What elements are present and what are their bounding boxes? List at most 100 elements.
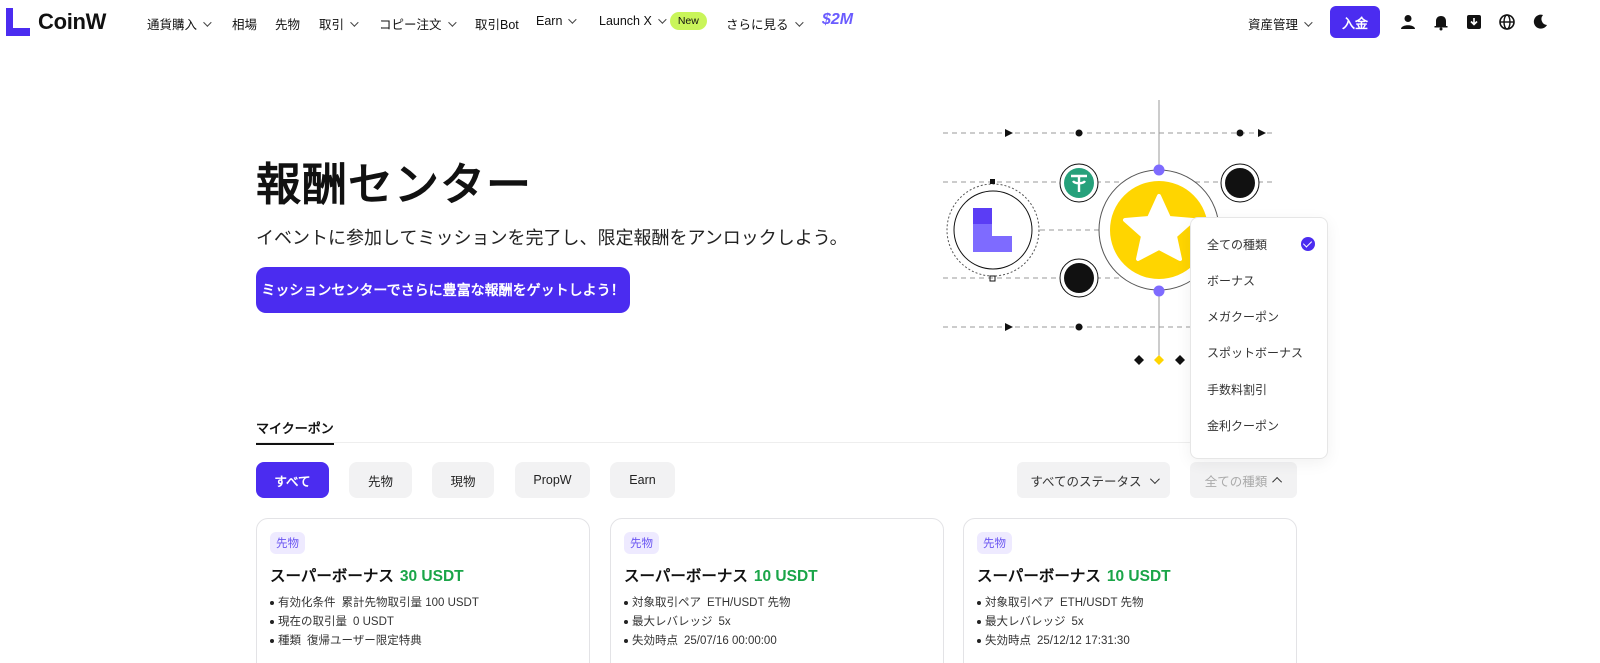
coupon-detail: 失効時点 25/07/16 00:00:00: [624, 632, 777, 648]
detail-label: 最大レバレッジ: [632, 616, 713, 628]
bullet-icon: [624, 619, 628, 624]
nav-item-copy-trading[interactable]: コピー注文: [379, 14, 457, 33]
type-select[interactable]: 全ての種類: [1190, 462, 1297, 498]
type-dropdown-menu: 全ての種類 ボーナス メガクーポン スポットボーナス 手数料割引 金利クーポン: [1190, 217, 1328, 459]
nav-item-earn[interactable]: Earn: [536, 14, 578, 28]
type-option-fee-discount[interactable]: 手数料割引: [1207, 381, 1267, 398]
bullet-icon: [624, 600, 628, 605]
detail-value: 5x: [1071, 616, 1084, 628]
promo-2m-link[interactable]: $2M: [822, 11, 853, 29]
coupon-title: スーパーボーナス 30 USDT: [270, 564, 464, 586]
nav-label: Earn: [536, 14, 563, 28]
detail-label: 失効時点: [632, 635, 678, 647]
nav-item-more[interactable]: さらに見る: [726, 14, 804, 33]
globe-icon[interactable]: [1498, 13, 1516, 31]
nav-label: 通貨購入: [147, 18, 198, 32]
new-badge: New: [669, 12, 707, 30]
mission-center-button[interactable]: ミッションセンターでさらに豊富な報酬をゲットしよう！: [256, 267, 630, 313]
coupon-detail: 対象取引ペア ETH/USDT 先物: [624, 594, 791, 610]
detail-label: 失効時点: [985, 635, 1031, 647]
filter-all[interactable]: すべて: [256, 462, 329, 498]
coinw-logo[interactable]: CoinW: [6, 8, 106, 36]
coupon-detail: 有効化条件 累計先物取引量 100 USDT: [270, 594, 479, 610]
detail-value: 復帰ユーザー限定特典: [307, 635, 422, 647]
nav-item-trade[interactable]: 取引: [319, 14, 359, 33]
detail-value: ETH/USDT 先物: [1060, 597, 1144, 609]
chevron-down-icon: [1149, 473, 1160, 484]
chevron-down-icon: [350, 17, 359, 27]
coupon-tag: 先物: [624, 532, 659, 554]
filter-futures[interactable]: 先物: [349, 462, 412, 498]
bullet-icon: [270, 619, 274, 624]
detail-label: 現在の取引量: [278, 616, 347, 628]
nav-label: Launch X: [599, 14, 652, 28]
status-select-value: すべてのステータス: [1030, 474, 1142, 489]
type-option-all[interactable]: 全ての種類: [1207, 236, 1267, 253]
detail-label: 対象取引ペア: [985, 597, 1054, 609]
detail-value: 25/12/12 17:31:30: [1037, 635, 1130, 647]
nav-item-trading-bot[interactable]: 取引Bot: [475, 14, 519, 33]
type-option-interest-coupon[interactable]: 金利クーポン: [1207, 417, 1279, 434]
bullet-icon: [977, 638, 981, 643]
detail-value: 25/07/16 00:00:00: [684, 635, 777, 647]
brand-name: CoinW: [38, 9, 107, 34]
coupon-title: スーパーボーナス 10 USDT: [624, 564, 818, 586]
assets-menu[interactable]: 資産管理: [1248, 14, 1313, 33]
chevron-down-icon: [447, 17, 457, 27]
detail-value: 0 USDT: [353, 616, 394, 628]
coupon-card[interactable]: 先物 スーパーボーナス 10 USDT 対象取引ペア ETH/USDT 先物 最大レ…: [610, 518, 944, 663]
page-title: 報酬センター: [256, 159, 533, 210]
tabs-divider: [256, 442, 1298, 443]
type-option-spot-bonus[interactable]: スポットボーナス: [1207, 344, 1303, 361]
bullet-icon: [977, 600, 981, 605]
coupon-amount: 10 USDT: [753, 568, 818, 585]
nav-item-markets[interactable]: 相場: [232, 14, 257, 33]
coupon-detail: 対象取引ペア ETH/USDT 先物: [977, 594, 1144, 610]
type-option-bonus[interactable]: ボーナス: [1207, 272, 1255, 289]
coupon-detail: 最大レバレッジ 5x: [977, 613, 1084, 629]
status-select[interactable]: すべてのステータス: [1017, 462, 1170, 498]
type-option-mega-coupon[interactable]: メガクーポン: [1207, 308, 1279, 325]
coupon-card[interactable]: 先物 スーパーボーナス 30 USDT 有効化条件 累計先物取引量 100 USDT…: [256, 518, 590, 663]
coupon-tag: 先物: [977, 532, 1012, 554]
detail-label: 種類: [278, 635, 301, 647]
nav-label: コピー注文: [379, 18, 442, 32]
nav-label: さらに見る: [726, 18, 789, 32]
download-icon[interactable]: [1465, 13, 1483, 31]
coupon-amount: 30 USDT: [399, 568, 464, 585]
nav-label: 相場: [232, 18, 258, 32]
detail-value: 5x: [718, 616, 731, 628]
check-icon: [1301, 237, 1315, 251]
nav-item-launch-x[interactable]: Launch X New: [599, 12, 707, 30]
deposit-button[interactable]: 入金: [1330, 6, 1380, 38]
nav-item-buy-crypto[interactable]: 通貨購入: [147, 14, 212, 33]
chevron-down-icon: [203, 17, 212, 27]
tab-my-coupons[interactable]: マイクーポン: [256, 418, 334, 445]
coupon-title-text: スーパーボーナス: [270, 568, 394, 585]
detail-label: 対象取引ペア: [632, 597, 701, 609]
filter-spot[interactable]: 現物: [432, 462, 494, 498]
filter-earn[interactable]: Earn: [610, 462, 675, 498]
filter-propw[interactable]: PropW: [515, 462, 590, 498]
hero-subtitle: イベントに参加してミッションを完了し、限定報酬をアンロックしよう。: [256, 228, 848, 248]
coupon-tag: 先物: [270, 532, 305, 554]
chevron-down-icon: [794, 17, 804, 27]
nav-label: 先物: [275, 18, 301, 32]
bullet-icon: [624, 638, 628, 643]
bell-icon[interactable]: [1432, 13, 1450, 31]
coupon-amount: 10 USDT: [1106, 568, 1171, 585]
coupon-detail: 最大レバレッジ 5x: [624, 613, 731, 629]
user-icon[interactable]: [1399, 13, 1417, 31]
bullet-icon: [977, 619, 981, 624]
nav-label: 取引Bot: [475, 18, 519, 32]
nav-item-futures[interactable]: 先物: [275, 14, 300, 33]
coinw-logo-icon: [6, 8, 30, 36]
type-select-value: 全ての種類: [1204, 474, 1268, 489]
coupon-detail: 種類 復帰ユーザー限定特典: [270, 632, 422, 648]
detail-value: ETH/USDT 先物: [707, 597, 791, 609]
coupon-card[interactable]: 先物 スーパーボーナス 10 USDT 対象取引ペア ETH/USDT 先物 最大レ…: [963, 518, 1297, 663]
nav-label: 取引: [319, 18, 345, 32]
chevron-down-icon: [657, 15, 667, 24]
detail-label: 有効化条件: [278, 597, 336, 609]
moon-icon[interactable]: [1531, 13, 1549, 31]
